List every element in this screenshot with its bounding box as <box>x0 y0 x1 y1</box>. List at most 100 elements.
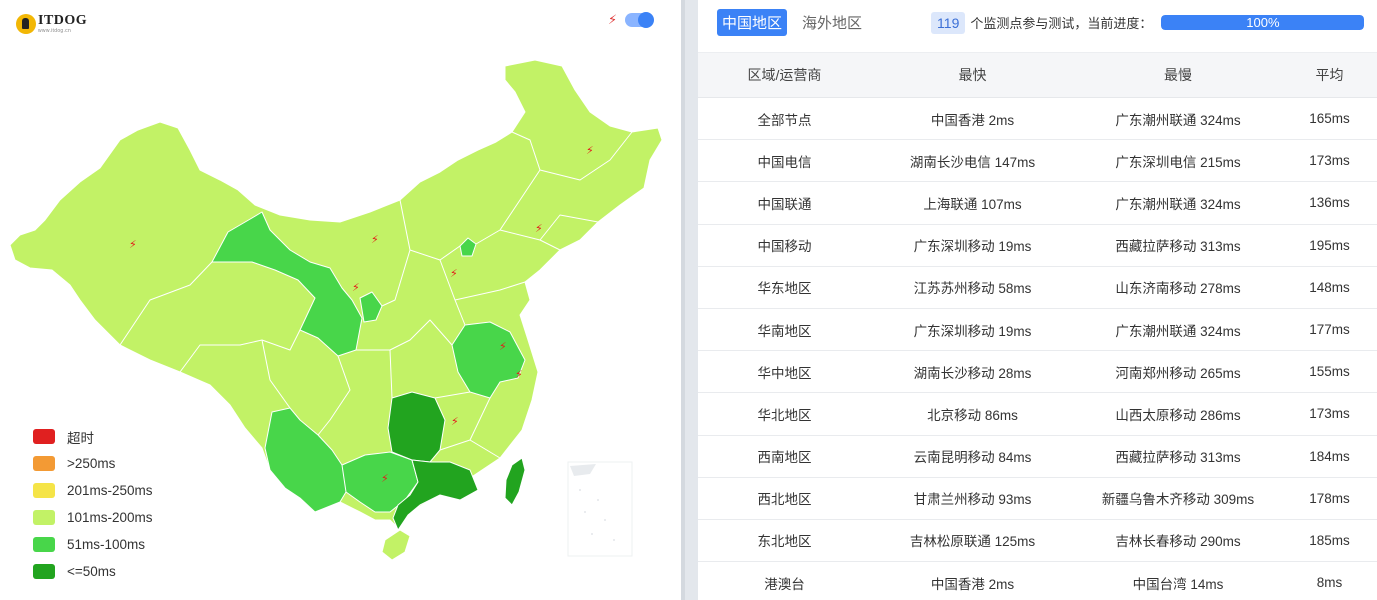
table-row: 华北地区 北京移动 86ms 山西太原移动 286ms 173ms <box>698 393 1377 436</box>
cell-region: 全部节点 <box>757 112 812 128</box>
map-region-hainan <box>381 529 411 561</box>
cell-slowest: 广东潮州联通 324ms <box>1115 323 1241 339</box>
results-topbar: 中国地区 海外地区 119 个监测点参与测试，当前进度： 100% <box>698 0 1377 45</box>
lightning-icon: ⚡ <box>515 368 523 381</box>
lightning-toggle-switch[interactable] <box>625 12 655 28</box>
table-row: 中国移动 广东深圳移动 19ms 西藏拉萨移动 313ms 195ms <box>698 225 1377 267</box>
map-region-hunan <box>387 391 446 463</box>
cell-fastest: 上海联通 107ms <box>923 196 1022 212</box>
map-region-taiwan <box>504 457 526 506</box>
legend-label: 201ms-250ms <box>67 483 153 498</box>
cell-region: 西北地区 <box>757 492 812 508</box>
cell-fastest: 湖南长沙电信 147ms <box>909 154 1036 170</box>
legend-item[interactable]: 101ms-200ms <box>33 504 153 531</box>
progress-label: 100% <box>1246 15 1280 30</box>
cell-fastest: 中国香港 2ms <box>930 576 1015 592</box>
cell-region: 中国联通 <box>757 196 812 212</box>
table-row: 中国联通 上海联通 107ms 广东潮州联通 324ms 136ms <box>698 182 1377 225</box>
map-legend: 超时 >250ms 201ms-250ms 101ms-200ms 51ms-100ms… <box>33 423 153 585</box>
cell-region: 华南地区 <box>757 323 812 339</box>
column-header-region[interactable]: 区域/运营商 <box>698 53 871 97</box>
cell-fastest: 广东深圳移动 19ms <box>913 323 1032 339</box>
cell-average: 165ms <box>1309 111 1350 127</box>
cell-slowest: 河南郑州移动 265ms <box>1115 365 1241 381</box>
lightning-icon: ⚡ <box>129 238 137 251</box>
cell-slowest: 中国台湾 14ms <box>1132 576 1224 592</box>
table-row: 港澳台 中国香港 2ms 中国台湾 14ms 8ms <box>698 562 1377 600</box>
cell-fastest: 云南昆明移动 84ms <box>913 450 1032 466</box>
cell-average: 184ms <box>1309 448 1350 464</box>
cell-slowest: 广东潮州联通 324ms <box>1115 196 1241 212</box>
legend-label: 51ms-100ms <box>67 537 146 552</box>
legend-item[interactable]: 51ms-100ms <box>33 531 153 558</box>
map-panel: ⚡ ⚡ ⚡ ⚡ ⚡ ⚡ ⚡ ⚡ ⚡ ⚡ ITDOG www.itdog.cn ⚡… <box>0 0 681 600</box>
table-row: 华中地区 湖南长沙移动 28ms 河南郑州移动 265ms 155ms <box>698 351 1377 394</box>
legend-swatch <box>33 456 55 471</box>
cell-average: 178ms <box>1309 490 1350 506</box>
cell-region: 华东地区 <box>757 281 812 297</box>
progress-bar: 100% <box>1161 15 1365 30</box>
tab-china[interactable]: 中国地区 <box>717 9 788 36</box>
cell-average: 195ms <box>1309 237 1350 253</box>
legend-label: 超时 <box>67 430 94 446</box>
cell-average: 155ms <box>1309 364 1350 380</box>
logo-name: ITDOG <box>38 13 88 28</box>
page-root: ⚡ ⚡ ⚡ ⚡ ⚡ ⚡ ⚡ ⚡ ⚡ ⚡ ITDOG www.itdog.cn ⚡… <box>0 0 1377 600</box>
lightning-icon: ⚡ <box>371 233 379 246</box>
cell-slowest: 山西太原移动 286ms <box>1115 407 1241 423</box>
results-panel: 中国地区 海外地区 119 个监测点参与测试，当前进度： 100% 区域/运营商… <box>698 0 1377 600</box>
cell-slowest: 广东潮州联通 324ms <box>1115 112 1241 128</box>
table-row: 西南地区 云南昆明移动 84ms 西藏拉萨移动 313ms 184ms <box>698 436 1377 478</box>
cell-fastest: 广东深圳移动 19ms <box>913 239 1032 255</box>
cell-region: 华北地区 <box>757 407 812 423</box>
progress-caption: 个监测点参与测试，当前进度： <box>970 16 1153 31</box>
dog-logo-icon <box>16 14 36 34</box>
legend-swatch <box>33 429 55 444</box>
cell-fastest: 湖南长沙移动 28ms <box>913 365 1032 381</box>
cell-slowest: 西藏拉萨移动 313ms <box>1115 450 1241 466</box>
table-header: 区域/运营商 最快 最慢 平均 <box>698 52 1377 98</box>
cell-slowest: 吉林长春移动 290ms <box>1115 534 1241 550</box>
lightning-icon: ⚡ <box>499 340 507 353</box>
lightning-icon: ⚡ <box>450 267 458 280</box>
legend-swatch <box>33 564 55 579</box>
legend-item[interactable]: <=50ms <box>33 558 153 585</box>
legend-swatch <box>33 483 55 498</box>
cell-average: 177ms <box>1309 322 1350 338</box>
table-row: 全部节点 中国香港 2ms 广东潮州联通 324ms 165ms <box>698 98 1377 141</box>
table-row: 中国电信 湖南长沙电信 147ms 广东深圳电信 215ms 173ms <box>698 140 1377 183</box>
legend-item[interactable]: >250ms <box>33 450 153 477</box>
legend-item[interactable]: 超时 <box>33 423 153 450</box>
itdog-logo: ITDOG www.itdog.cn <box>16 14 87 34</box>
column-header-slowest[interactable]: 最慢 <box>1074 53 1282 97</box>
cell-fastest: 甘肃兰州移动 93ms <box>913 492 1032 508</box>
legend-label: <=50ms <box>67 564 116 579</box>
panel-divider[interactable] <box>681 0 698 600</box>
cell-fastest: 吉林松原联通 125ms <box>909 534 1036 550</box>
cell-region: 西南地区 <box>757 450 812 466</box>
cell-region: 华中地区 <box>757 365 812 381</box>
table-row: 华南地区 广东深圳移动 19ms 广东潮州联通 324ms 177ms <box>698 309 1377 352</box>
cell-average: 185ms <box>1309 532 1350 548</box>
legend-swatch <box>33 510 55 525</box>
logo-url: www.itdog.cn <box>38 28 72 34</box>
cell-average: 136ms <box>1309 195 1350 211</box>
table-body: 全部节点中国香港 2ms 广东潮州联通 324ms 165ms 中国电信 湖南长沙电信 … <box>698 98 1377 600</box>
cell-fastest: 北京移动 86ms <box>927 407 1018 423</box>
legend-item[interactable]: 201ms-250ms <box>33 477 153 504</box>
lightning-icon: ⚡ <box>352 281 360 294</box>
cell-region: 港澳台 <box>764 576 805 592</box>
lightning-icon: ⚡ <box>535 222 543 235</box>
column-header-average[interactable]: 平均 <box>1282 53 1377 97</box>
lightning-icon: ⚡ <box>586 144 594 157</box>
table-row: 西北地区 甘肃兰州移动 93ms 新疆乌鲁木齐移动 309ms 178ms <box>698 478 1377 520</box>
column-header-fastest[interactable]: 最快 <box>871 53 1074 97</box>
table-row: 东北地区 吉林松原联通 125ms 吉林长春移动 290ms 185ms <box>698 520 1377 563</box>
tab-overseas[interactable]: 海外地区 <box>797 9 867 36</box>
cell-slowest: 山东济南移动 278ms <box>1115 281 1241 297</box>
map-tools: ⚡ <box>608 12 655 28</box>
legend-label: 101ms-200ms <box>67 510 153 525</box>
cell-fastest: 江苏苏州移动 58ms <box>913 281 1032 297</box>
switch-knob <box>638 12 655 28</box>
lightning-icon: ⚡ <box>451 415 459 428</box>
